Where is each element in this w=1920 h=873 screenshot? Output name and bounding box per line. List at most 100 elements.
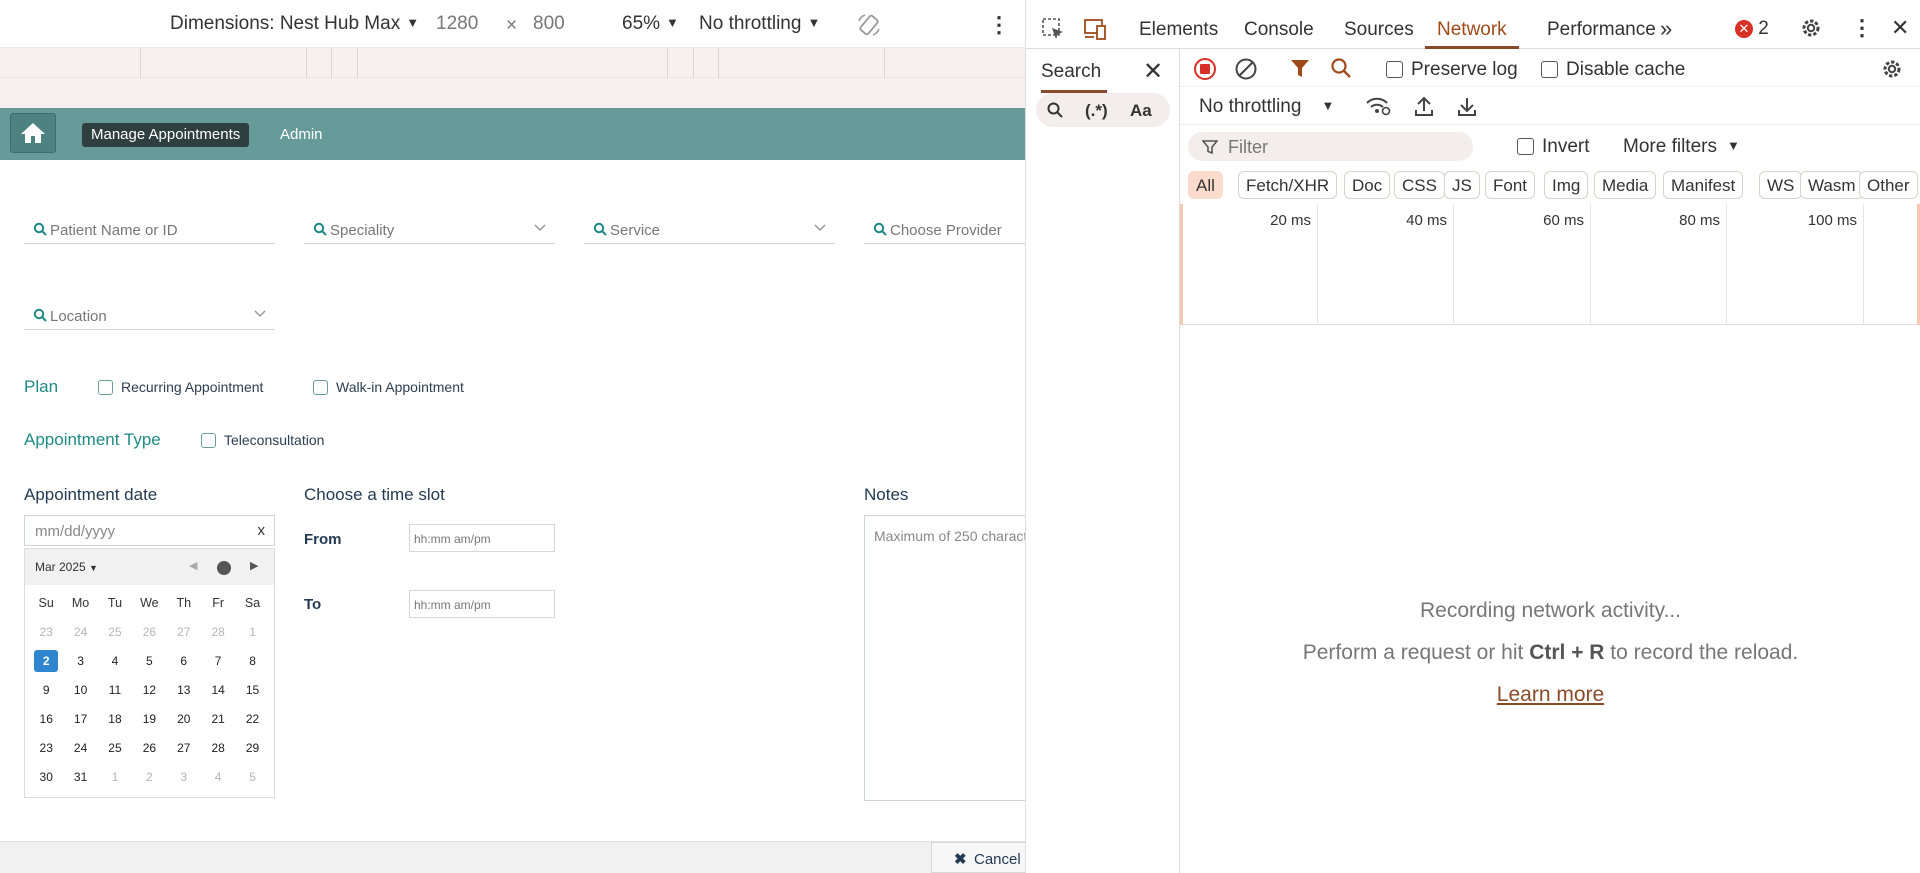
calendar-day[interactable]: 12 xyxy=(132,683,166,697)
close-devtools-icon[interactable]: ✕ xyxy=(1891,15,1909,41)
type-filter-fetch-xhr[interactable]: Fetch/XHR xyxy=(1238,171,1338,199)
type-filter-img[interactable]: Img xyxy=(1544,171,1589,199)
clear-icon[interactable] xyxy=(1234,57,1258,87)
calendar-day[interactable]: 17 xyxy=(63,712,97,726)
calendar-day[interactable]: 19 xyxy=(132,712,166,726)
error-counter[interactable]: ✕ 2 xyxy=(1735,18,1769,40)
calendar-day[interactable]: 28 xyxy=(201,741,235,755)
calendar-day[interactable]: 16 xyxy=(29,712,63,726)
device-dimensions-select[interactable]: Dimensions: Nest Hub Max ▼ xyxy=(170,13,419,35)
type-filter-all[interactable]: All xyxy=(1188,171,1223,199)
calendar-day[interactable]: 26 xyxy=(132,741,166,755)
previous-month-icon[interactable]: ◀ xyxy=(189,559,197,572)
type-filter-manifest[interactable]: Manifest xyxy=(1663,171,1744,199)
close-search-icon[interactable]: ✕ xyxy=(1143,57,1163,86)
calendar-day[interactable]: 8 xyxy=(235,654,269,668)
calendar-day[interactable]: 18 xyxy=(98,712,132,726)
calendar-day[interactable]: 25 xyxy=(98,741,132,755)
network-conditions-icon[interactable] xyxy=(1365,95,1391,123)
tab-console[interactable]: Console xyxy=(1244,19,1314,41)
export-har-icon[interactable] xyxy=(1456,95,1478,123)
calendar-day[interactable]: 23 xyxy=(29,741,63,755)
type-filter-media[interactable]: Media xyxy=(1594,171,1657,199)
settings-gear-icon[interactable] xyxy=(1799,16,1823,46)
recurring-appointment-checkbox[interactable]: Recurring Appointment xyxy=(98,379,263,395)
calendar-day[interactable]: 6 xyxy=(167,654,201,668)
match-case-toggle[interactable]: Aa xyxy=(1130,101,1152,121)
filter-funnel-icon[interactable] xyxy=(1289,57,1311,85)
type-filter-doc[interactable]: Doc xyxy=(1344,171,1391,199)
device-height-input[interactable]: 800 xyxy=(533,13,565,35)
preserve-log-checkbox[interactable]: Preserve log xyxy=(1386,59,1518,81)
calendar-day[interactable]: 27 xyxy=(167,741,201,755)
type-filter-ws[interactable]: WS xyxy=(1759,171,1803,199)
device-throttling-select[interactable]: No throttling ▼ xyxy=(699,13,820,35)
next-month-icon[interactable]: ▶ xyxy=(250,559,258,572)
filter-input[interactable]: Filter xyxy=(1188,132,1473,161)
inspect-element-icon[interactable] xyxy=(1041,17,1065,47)
calendar-day[interactable]: 23 xyxy=(29,625,63,639)
cancel-button[interactable]: ✖ Cancel xyxy=(931,842,1025,873)
calendar-day[interactable]: 2 xyxy=(29,649,63,672)
calendar-day[interactable]: 9 xyxy=(29,683,63,697)
calendar-day[interactable]: 14 xyxy=(201,683,235,697)
type-filter-js[interactable]: JS xyxy=(1444,171,1480,199)
calendar-day[interactable]: 3 xyxy=(167,770,201,784)
checkbox-box[interactable] xyxy=(1517,138,1534,155)
tab-elements[interactable]: Elements xyxy=(1139,19,1218,41)
calendar-day[interactable]: 27 xyxy=(167,625,201,639)
notes-textarea[interactable]: Maximum of 250 characters xyxy=(864,515,1025,801)
invert-checkbox[interactable]: Invert xyxy=(1517,136,1590,158)
patient-search-field[interactable]: Patient Name or ID xyxy=(24,214,275,244)
calendar-day[interactable]: 20 xyxy=(167,712,201,726)
from-time-input[interactable]: hh:mm am/pm xyxy=(409,524,555,552)
calendar-day[interactable]: 13 xyxy=(167,683,201,697)
selected-day[interactable]: 2 xyxy=(34,649,59,672)
devtools-menu-icon[interactable]: ⋮ xyxy=(1851,15,1873,41)
calendar-day[interactable]: 24 xyxy=(63,625,97,639)
calendar-day[interactable]: 4 xyxy=(98,654,132,668)
checkbox-box[interactable] xyxy=(313,380,328,395)
calendar-day[interactable]: 7 xyxy=(201,654,235,668)
appointment-date-input[interactable]: mm/dd/yyyy x xyxy=(24,515,275,546)
location-select[interactable]: Location xyxy=(24,300,275,330)
calendar-day[interactable]: 5 xyxy=(132,654,166,668)
calendar-day[interactable]: 28 xyxy=(201,625,235,639)
calendar-day[interactable]: 24 xyxy=(63,741,97,755)
calendar-day[interactable]: 1 xyxy=(98,770,132,784)
checkbox-box[interactable] xyxy=(1541,61,1558,78)
device-width-input[interactable]: 1280 xyxy=(436,13,478,35)
disable-cache-checkbox[interactable]: Disable cache xyxy=(1541,59,1685,81)
calendar-day[interactable]: 5 xyxy=(235,770,269,784)
calendar-day[interactable]: 2 xyxy=(132,770,166,784)
calendar-day[interactable]: 10 xyxy=(63,683,97,697)
type-filter-other[interactable]: Other xyxy=(1859,171,1918,199)
more-filters-dropdown[interactable]: More filters ▼ xyxy=(1623,136,1740,158)
calendar-day[interactable]: 29 xyxy=(235,741,269,755)
teleconsultation-checkbox[interactable]: Teleconsultation xyxy=(201,432,324,448)
provider-select[interactable]: Choose Provider xyxy=(864,214,1025,244)
calendar-day[interactable]: 21 xyxy=(201,712,235,726)
calendar-day[interactable]: 1 xyxy=(235,625,269,639)
calendar-day[interactable]: 3 xyxy=(63,654,97,668)
tab-network[interactable]: Network xyxy=(1425,19,1519,49)
search-icon[interactable] xyxy=(1330,57,1352,85)
calendar-day[interactable]: 26 xyxy=(132,625,166,639)
checkbox-box[interactable] xyxy=(98,380,113,395)
tab-performance[interactable]: Performance xyxy=(1547,19,1656,41)
search-tab[interactable]: Search xyxy=(1041,61,1108,93)
more-tabs-icon[interactable]: » xyxy=(1660,16,1672,42)
rotate-icon[interactable] xyxy=(856,13,882,43)
network-settings-gear-icon[interactable] xyxy=(1880,57,1904,87)
tab-sources[interactable]: Sources xyxy=(1344,19,1414,41)
speciality-select[interactable]: Speciality xyxy=(304,214,555,244)
service-select[interactable]: Service xyxy=(584,214,835,244)
device-toolbar-icon[interactable] xyxy=(1082,17,1108,47)
date-clear-button[interactable]: x xyxy=(258,522,266,539)
to-time-input[interactable]: hh:mm am/pm xyxy=(409,590,555,618)
calendar-day[interactable]: 31 xyxy=(63,770,97,784)
learn-more-link[interactable]: Learn more xyxy=(1497,683,1604,706)
more-options-icon[interactable]: ⋮ xyxy=(988,12,1010,38)
calendar-month-select[interactable]: Mar 2025 ▼ xyxy=(35,560,98,574)
walkin-appointment-checkbox[interactable]: Walk-in Appointment xyxy=(313,379,464,395)
